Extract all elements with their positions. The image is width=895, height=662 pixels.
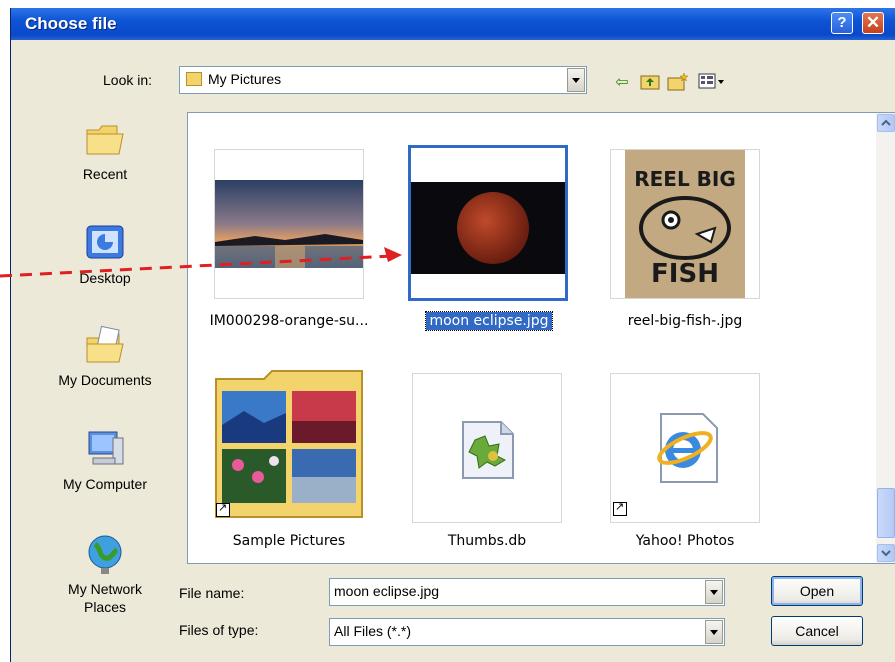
- annotation-arrow: [0, 247, 402, 278]
